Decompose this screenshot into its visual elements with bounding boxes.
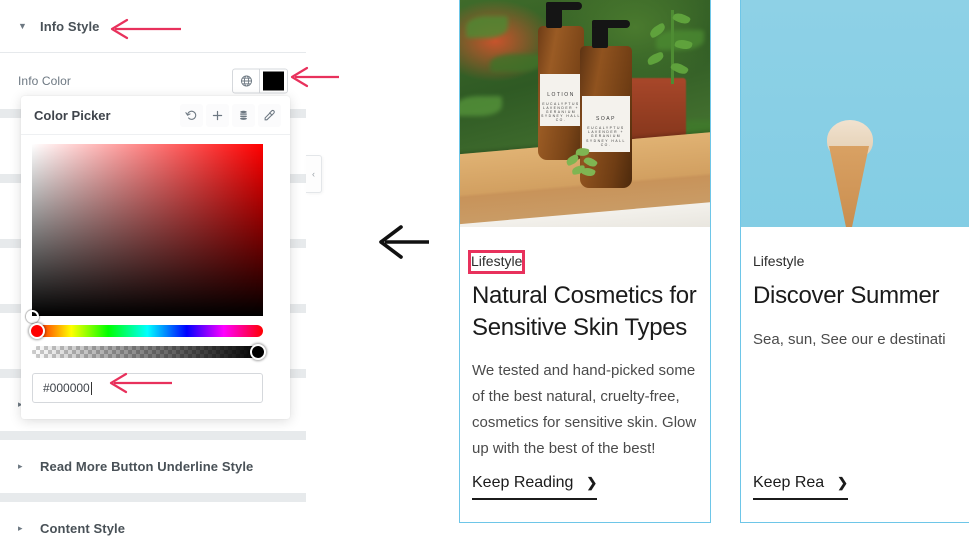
section-header-content-style[interactable]: ▸ Content Style bbox=[0, 502, 306, 554]
control-label-info-color: Info Color bbox=[18, 74, 72, 88]
section-header-underline-style[interactable]: ▸ Read More Button Underline Style bbox=[0, 440, 306, 493]
succulent-plant bbox=[564, 146, 600, 178]
read-more-link[interactable]: Keep Rea ❯ bbox=[753, 474, 849, 500]
section-header-info-style[interactable]: ▼ Info Style bbox=[0, 0, 306, 53]
color-picker-popover: Color Picker #000000 bbox=[21, 96, 290, 419]
annotation-box-lifestyle: Lifestyle bbox=[467, 250, 526, 274]
hue-slider[interactable] bbox=[29, 323, 279, 339]
add-icon[interactable] bbox=[206, 103, 229, 127]
color-control-group[interactable] bbox=[232, 68, 288, 94]
post-category[interactable]: Lifestyle bbox=[471, 253, 522, 269]
alpha-slider-handle[interactable] bbox=[250, 344, 266, 360]
lotion-label-name: LOTION bbox=[547, 92, 575, 98]
pump-nozzle bbox=[546, 2, 582, 10]
lotion-and-soap-bottles-photo: LOTION EUCALYPTUS LAVENDER + GERANIUM SY… bbox=[460, 0, 710, 227]
post-title[interactable]: Discover Summer bbox=[753, 280, 969, 312]
color-picker-title: Color Picker bbox=[34, 107, 111, 123]
alpha-slider-track bbox=[32, 346, 263, 358]
lotion-label-sub: EUCALYPTUS LAVENDER + GERANIUM bbox=[542, 102, 580, 114]
soap-label: SOAP EUCALYPTUS LAVENDER + GERANIUM SYDN… bbox=[582, 96, 630, 152]
color-picker-body: #000000 bbox=[21, 135, 290, 419]
color-swatch-button[interactable] bbox=[260, 69, 287, 93]
panel-collapse-toggle[interactable]: ‹ bbox=[306, 155, 322, 193]
chevron-right-icon: ▸ bbox=[18, 461, 23, 471]
hex-input-value: #000000 bbox=[43, 381, 90, 395]
screen-root: ▼ Info Style Info Color ▸ Read More Butt… bbox=[0, 0, 969, 554]
post-card-body: Lifestyle Discover Summer Sea, sun, See … bbox=[741, 227, 969, 352]
saturation-handle[interactable] bbox=[26, 310, 39, 323]
section-separator bbox=[0, 431, 306, 440]
post-image bbox=[741, 0, 969, 227]
post-image: LOTION EUCALYPTUS LAVENDER + GERANIUM SY… bbox=[460, 0, 710, 227]
read-more-label: Keep Rea bbox=[753, 474, 825, 491]
chevron-right-icon: ▸ bbox=[18, 523, 23, 533]
section-title: Read More Button Underline Style bbox=[40, 459, 254, 474]
globe-icon[interactable] bbox=[233, 69, 260, 93]
hex-input[interactable]: #000000 bbox=[32, 373, 263, 403]
section-title: Content Style bbox=[40, 521, 126, 536]
pump-nozzle bbox=[592, 20, 630, 28]
section-title: Info Style bbox=[40, 18, 100, 34]
chevron-right-icon: ❯ bbox=[837, 475, 849, 490]
ice-cream-cone bbox=[829, 146, 869, 227]
alpha-slider[interactable] bbox=[32, 344, 279, 360]
read-more-label: Keep Reading bbox=[472, 474, 574, 491]
post-category[interactable]: Lifestyle bbox=[753, 253, 804, 269]
reset-icon[interactable] bbox=[180, 103, 203, 127]
text-cursor bbox=[90, 381, 92, 395]
lotion-label: LOTION EUCALYPTUS LAVENDER + GERANIUM SY… bbox=[540, 74, 582, 126]
eyedropper-icon[interactable] bbox=[258, 103, 281, 127]
hue-slider-track bbox=[32, 325, 263, 337]
post-title[interactable]: Natural Cosmetics for Sensitive Skin Typ… bbox=[472, 280, 698, 343]
lotion-label-brand: SYDNEY HALL CO. bbox=[541, 114, 581, 122]
read-more-link[interactable]: Keep Reading ❯ bbox=[472, 474, 598, 500]
ice-cream-blue-sky-photo bbox=[741, 0, 969, 227]
section-separator bbox=[0, 493, 306, 502]
plant-stem bbox=[671, 10, 674, 84]
saturation-value-area[interactable] bbox=[26, 144, 263, 323]
soap-label-name: SOAP bbox=[596, 116, 616, 122]
style-panel: ▼ Info Style Info Color ▸ Read More Butt… bbox=[0, 0, 306, 554]
post-excerpt: Sea, sun, See our e destinati bbox=[753, 330, 946, 348]
post-card-body: Lifestyle Natural Cosmetics for Sensitiv… bbox=[460, 227, 710, 462]
annotation-arrow-preview bbox=[375, 222, 431, 267]
chevron-right-icon: ❯ bbox=[586, 475, 598, 490]
chevron-down-icon: ▼ bbox=[18, 20, 27, 31]
preview-canvas: LOTION EUCALYPTUS LAVENDER + GERANIUM SY… bbox=[306, 0, 969, 554]
post-card[interactable]: LOTION EUCALYPTUS LAVENDER + GERANIUM SY… bbox=[459, 0, 711, 523]
post-excerpt: We tested and hand-picked some of the be… bbox=[472, 362, 697, 457]
soap-label-sub: EUCALYPTUS LAVENDER + GERANIUM bbox=[587, 126, 625, 138]
color-picker-header: Color Picker bbox=[21, 96, 290, 135]
post-card[interactable]: Lifestyle Discover Summer Sea, sun, See … bbox=[740, 0, 969, 523]
chevron-left-icon: ‹ bbox=[312, 168, 315, 179]
palette-icon[interactable] bbox=[232, 103, 255, 127]
color-picker-toolbar bbox=[180, 103, 281, 127]
hue-slider-handle[interactable] bbox=[29, 323, 45, 339]
